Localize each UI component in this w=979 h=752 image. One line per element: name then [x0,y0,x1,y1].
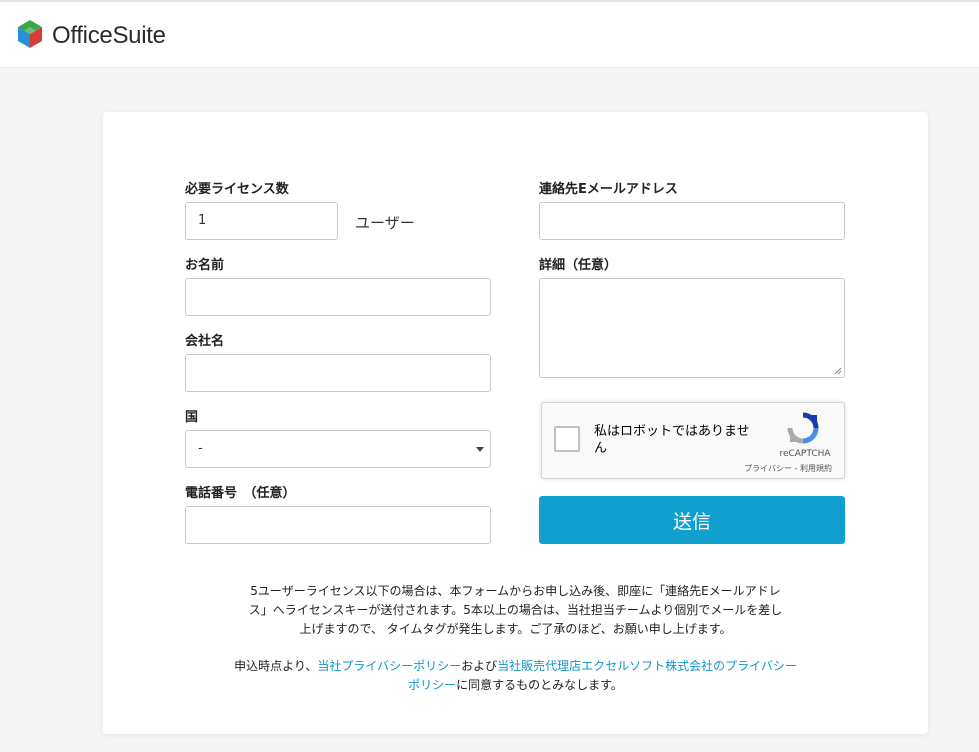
officesuite-logo-icon [18,20,42,48]
consent-prefix: 申込時点より、 [234,659,318,673]
phone-input[interactable] [185,506,491,544]
brand-logo[interactable]: OfficeSuite [12,16,166,56]
consent-suffix: に同意するものとみなします。 [456,678,623,692]
country-label: 国 [185,410,199,425]
name-label: お名前 [185,258,225,273]
email-label: 連絡先Eメールアドレス [539,182,678,197]
recaptcha-icon [787,412,819,444]
phone-label: 電話番号 （任意） [185,486,296,501]
resize-handle-icon[interactable] [834,367,842,375]
details-textarea[interactable] [539,278,845,378]
name-input[interactable] [185,278,491,316]
submit-button[interactable]: 送信 [539,496,845,544]
details-label: 詳細（任意） [539,258,618,273]
email-input[interactable] [539,202,845,240]
chevron-down-icon [476,447,484,452]
recaptcha-privacy-terms-links[interactable]: プライバシー - 利用規約 [744,463,832,474]
brand-name: OfficeSuite [52,22,166,49]
license-count-value: 1 [198,213,207,228]
license-count-label: 必要ライセンス数 [185,182,289,197]
recaptcha-brand: reCAPTCHA [779,449,831,459]
company-input[interactable] [185,354,491,392]
company-label: 会社名 [185,334,225,349]
recaptcha-label: 私はロボットではありません [594,424,750,456]
consent-middle: および [461,659,498,673]
privacy-policy-link[interactable]: 当社プライバシーポリシー [317,659,461,673]
site-header: OfficeSuite [0,2,979,68]
license-notice: 5ユーザーライセンス以下の場合は、本フォームからお申し込み後、即座に「連絡先Eメ… [248,584,783,636]
country-select[interactable]: - [185,430,491,468]
license-count-suffix: ユーザー [355,214,415,232]
recaptcha-widget: 私はロボットではありません reCAPTCHA プライバシー - 利用規約 [541,402,845,479]
recaptcha-checkbox[interactable] [554,426,580,452]
privacy-consent: 申込時点より、当社プライバシーポリシーおよび当社販売代理店エクセルソフト株式会社… [233,657,798,695]
country-selected-value: - [198,441,203,456]
license-request-card: 必要ライセンス数 1 ユーザー お名前 会社名 国 - 電話番号 （任意） 連絡… [103,112,928,734]
license-count-input[interactable]: 1 [185,202,338,240]
